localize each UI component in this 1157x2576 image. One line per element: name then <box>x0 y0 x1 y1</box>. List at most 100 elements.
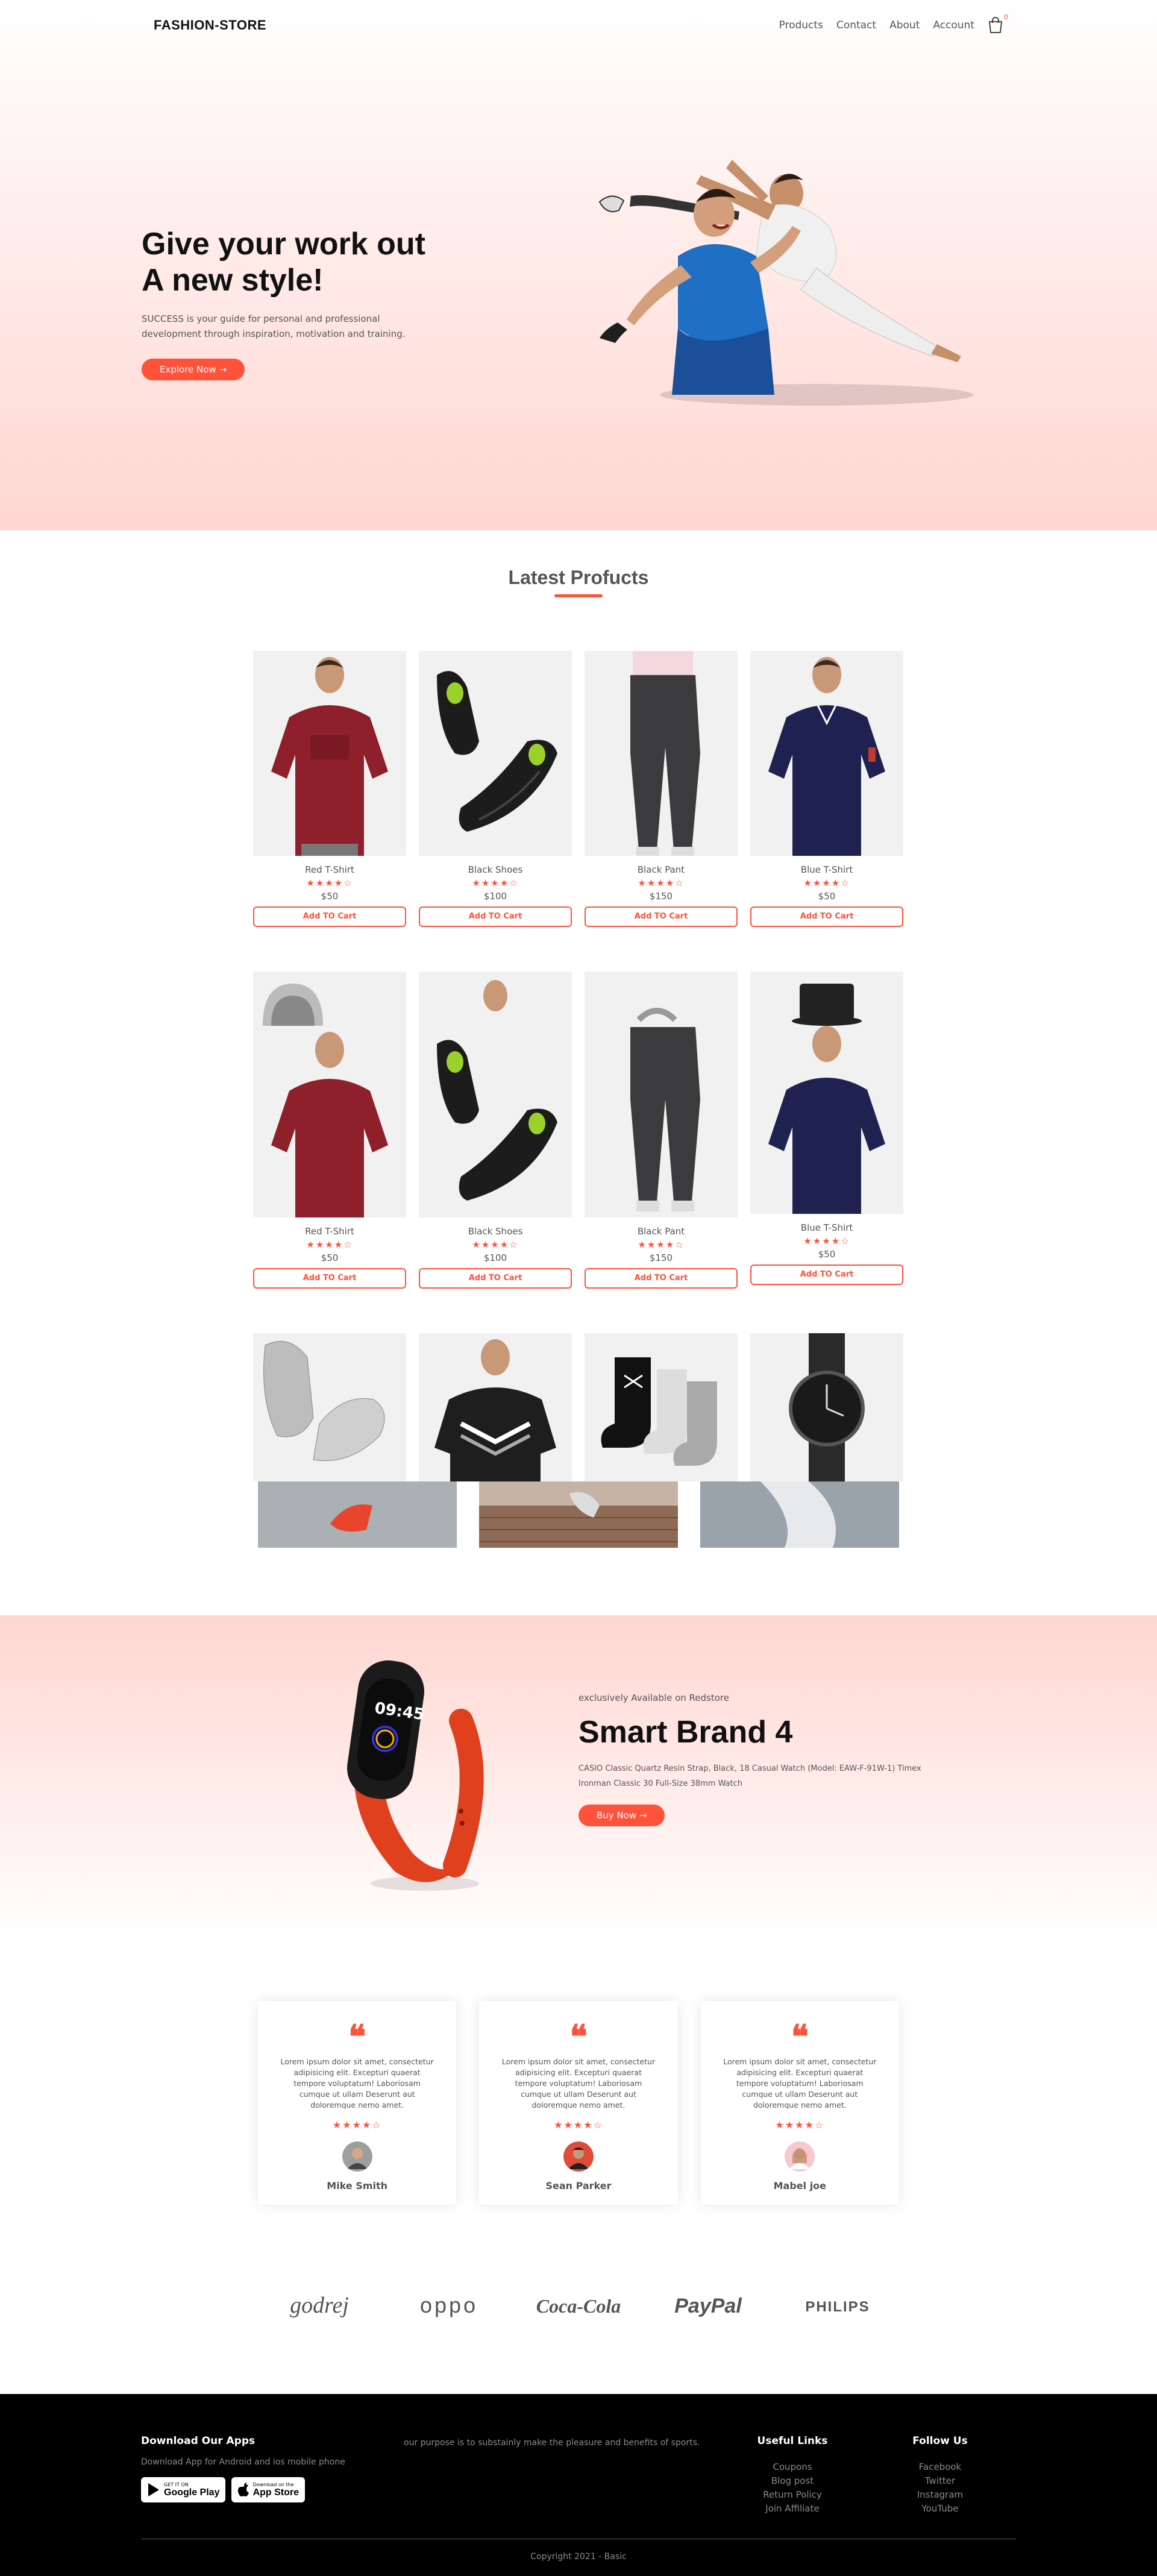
app-store-big-text: App Store <box>252 2487 299 2498</box>
hero-title-line-2: A new style! <box>142 263 324 298</box>
product-price: $50 <box>818 891 836 902</box>
add-to-cart-button[interactable]: Add TO Cart <box>585 1268 738 1289</box>
google-play-small-text: GET IT ON <box>164 2481 189 2487</box>
nav-link-about[interactable]: About <box>889 19 920 31</box>
product-card[interactable]: Red T-Shirt ★★★★☆ $50 Add TO Cart <box>253 972 406 1289</box>
wooden-floor-banner-image <box>479 1481 678 1548</box>
offer-text: exclusively Available on Redstore Smart … <box>578 1692 940 1826</box>
testimonial-name: Mabel joe <box>773 2180 827 2191</box>
footer-link-facebook[interactable]: Facebook <box>886 2460 994 2474</box>
footer-link-youtube[interactable]: YouTube <box>886 2502 994 2516</box>
product-price: $100 <box>483 1252 507 1263</box>
quote-icon: ❝ <box>348 2019 366 2055</box>
avatar <box>563 2141 594 2172</box>
hero-section: FASHION-STORE Products Contact About Acc… <box>0 0 1157 530</box>
add-to-cart-button[interactable]: Add TO Cart <box>585 906 738 927</box>
nav-link-products[interactable]: Products <box>779 19 823 31</box>
avatar <box>785 2141 815 2172</box>
testimonial-name: Mike Smith <box>327 2180 388 2191</box>
add-to-cart-button[interactable]: Add TO Cart <box>750 906 903 927</box>
product-price: $150 <box>649 891 673 902</box>
red-tshirt-image <box>253 972 406 1217</box>
product-name: Blue T-Shirt <box>800 1222 853 1233</box>
rating-stars: ★★★★☆ <box>775 2119 825 2131</box>
rating-stars: ★★★★☆ <box>472 878 519 888</box>
explore-now-button[interactable]: Explore Now → <box>142 359 245 380</box>
black-tshirt-image[interactable] <box>419 1333 572 1481</box>
product-name: Black Pant <box>637 864 685 875</box>
blue-tshirt-image <box>750 651 903 856</box>
footer-link-return-policy[interactable]: Return Policy <box>735 2488 850 2502</box>
site-logo[interactable]: FASHION-STORE <box>154 17 266 33</box>
paypal-logo: PayPal <box>674 2295 742 2317</box>
product-card[interactable]: Black Pant ★★★★☆ $150 Add TO Cart <box>585 651 738 927</box>
footer-useful-links-column: Useful Links Coupons Blog post Return Po… <box>735 2435 850 2516</box>
product-row-1: Red T-Shirt ★★★★☆ $50 Add TO Cart Black … <box>253 651 904 927</box>
hero-title-line-1: Give your work out <box>142 227 425 262</box>
footer-link-blog-post[interactable]: Blog post <box>735 2474 850 2488</box>
godrej-logo: godrej <box>290 2293 349 2318</box>
coca-cola-logo: Coca-Cola <box>536 2295 621 2317</box>
footer-follow-column: Follow Us Facebook Twitter Instagram You… <box>886 2435 994 2516</box>
cart-count-badge: 0 <box>1004 13 1008 21</box>
testimonial-card: ❝ Lorem ipsum dolor sit amet, consectetu… <box>258 2001 457 2205</box>
product-card[interactable]: Red T-Shirt ★★★★☆ $50 Add TO Cart <box>253 651 406 927</box>
footer-link-coupons[interactable]: Coupons <box>735 2460 850 2474</box>
footer-link-twitter[interactable]: Twitter <box>886 2474 994 2488</box>
quote-icon: ❝ <box>569 2019 588 2055</box>
product-card[interactable]: Blue T-Shirt ★★★★☆ $50 Add TO Cart <box>750 651 903 927</box>
product-card[interactable]: Black Pant ★★★★☆ $150 Add TO Cart <box>585 972 738 1289</box>
hero-title: Give your work out A new style! <box>142 226 479 298</box>
footer-purpose-column: our purpose is to substainly make the pl… <box>404 2436 729 2449</box>
product-price: $150 <box>649 1252 673 1263</box>
product-row-3 <box>253 1333 904 1481</box>
testimonial-name: Sean Parker <box>545 2180 612 2191</box>
testimonial-card: ❝ Lorem ipsum dolor sit amet, consectetu… <box>700 2001 899 2205</box>
offer-kicker: exclusively Available on Redstore <box>578 1692 729 1703</box>
google-play-badge[interactable]: GET IT ON Google Play <box>141 2477 226 2502</box>
google-play-big-text: Google Play <box>164 2487 220 2498</box>
footer-follow-title: Follow Us <box>912 2435 968 2447</box>
footer-link-join-affiliate[interactable]: Join Affiliate <box>735 2502 850 2516</box>
footer-purpose-text: our purpose is to substainly make the pl… <box>404 2438 700 2448</box>
add-to-cart-button[interactable]: Add TO Cart <box>419 1268 572 1289</box>
add-to-cart-button[interactable]: Add TO Cart <box>750 1264 903 1285</box>
add-to-cart-button[interactable]: Add TO Cart <box>419 906 572 927</box>
grey-fabric-banner-image <box>700 1481 899 1548</box>
rating-stars: ★★★★☆ <box>638 1239 685 1250</box>
cart-button[interactable]: 0 <box>988 13 1008 34</box>
footer-apps-text: Download App for Android and ios mobile … <box>141 2457 345 2467</box>
add-to-cart-button[interactable]: Add TO Cart <box>253 1268 406 1289</box>
footer: Download Our Apps Download App for Andro… <box>0 2394 1157 2576</box>
black-shoes-image <box>419 972 572 1217</box>
socks-image[interactable] <box>585 1333 738 1481</box>
offer-title: Smart Brand 4 <box>578 1715 793 1750</box>
philips-logo: PHILIPS <box>805 2299 868 2315</box>
rating-stars: ★★★★☆ <box>803 878 850 888</box>
product-card[interactable]: Black Shoes ★★★★☆ $100 Add TO Cart <box>419 651 572 927</box>
google-play-icon <box>148 2483 159 2496</box>
product-card[interactable]: Black Shoes ★★★★☆ $100 Add TO Cart <box>419 972 572 1289</box>
footer-link-instagram[interactable]: Instagram <box>886 2488 994 2502</box>
testimonial-text: Lorem ipsum dolor sit amet, consectetur … <box>280 2057 434 2109</box>
app-store-badge[interactable]: Download on the App Store <box>231 2477 306 2502</box>
product-card[interactable]: Blue T-Shirt ★★★★☆ $50 Add TO Cart <box>750 972 903 1289</box>
quote-icon: ❝ <box>791 2019 809 2055</box>
product-name: Black Shoes <box>468 1226 523 1237</box>
testimonials-row: ❝ Lorem ipsum dolor sit amet, consectetu… <box>258 2001 899 2205</box>
black-shoes-image <box>419 651 572 856</box>
hero-subtitle: SUCCESS is your guide for personal and p… <box>142 313 406 339</box>
hero-text: Give your work out A new style! SUCCESS … <box>142 226 479 380</box>
black-watch-image[interactable] <box>750 1333 903 1481</box>
avatar <box>342 2141 372 2172</box>
nav-link-contact[interactable]: Contact <box>836 19 876 31</box>
add-to-cart-button[interactable]: Add TO Cart <box>253 906 406 927</box>
grey-sneakers-image[interactable] <box>253 1333 406 1481</box>
product-name: Black Shoes <box>468 864 523 875</box>
apple-icon <box>237 2483 249 2496</box>
footer-apps-title: Download Our Apps <box>141 2435 256 2447</box>
nav-link-account[interactable]: Account <box>933 19 974 31</box>
product-name: Red T-Shirt <box>305 1226 354 1237</box>
red-sneaker-banner-image <box>258 1481 457 1548</box>
buy-now-button[interactable]: Buy Now → <box>578 1805 665 1826</box>
